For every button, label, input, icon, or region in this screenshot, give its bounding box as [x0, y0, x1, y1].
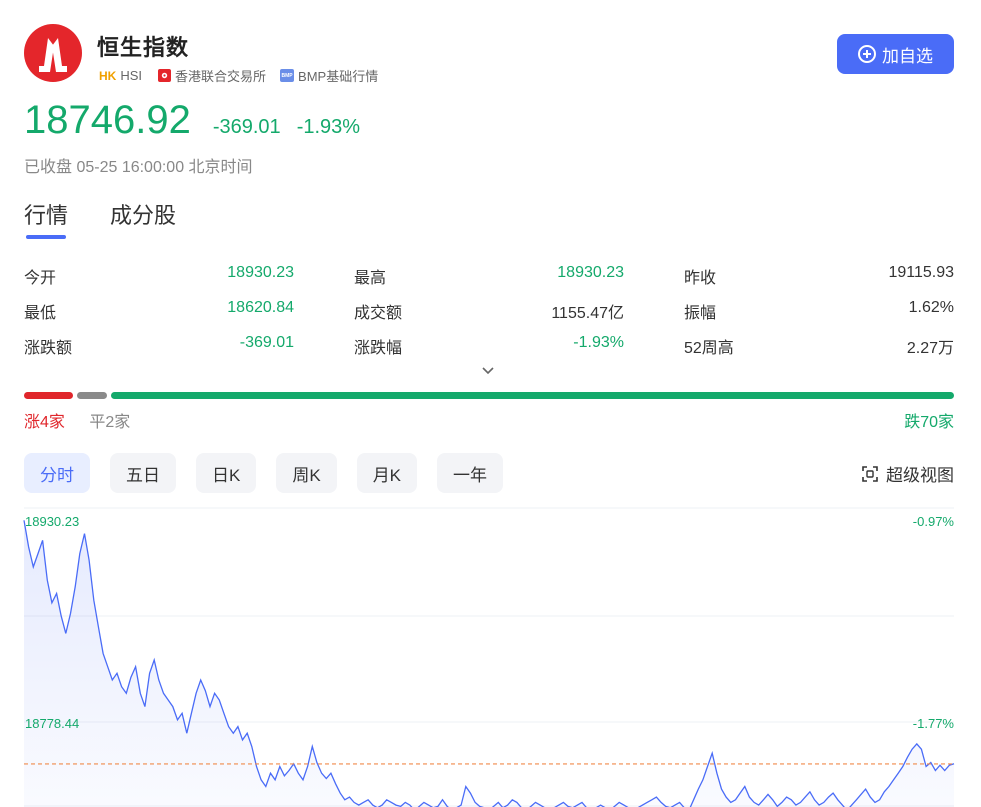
- bmp-icon: BMP: [280, 69, 295, 82]
- intraday-chart[interactable]: 18930.23 18778.44 -0.97% -1.77%: [0, 506, 981, 807]
- breadth-flat-label: 平2家: [89, 414, 131, 431]
- market-status: 已收盘 05-25 16:00:00 北京时间: [24, 159, 253, 176]
- stat-label: 52周高: [684, 339, 734, 357]
- stat-high: 最高 18930.23: [354, 264, 624, 288]
- exchange-name: 香港联合交易所: [175, 69, 267, 84]
- price-change-pct: -1.93%: [296, 116, 361, 138]
- add-watchlist-button[interactable]: 加自选: [837, 34, 954, 74]
- stat-change-pct: 涨跌幅 -1.93%: [354, 334, 624, 358]
- stat-label: 最低: [24, 304, 57, 322]
- stat-open: 今开 18930.23: [24, 264, 294, 288]
- period-5day[interactable]: 五日: [110, 453, 176, 493]
- intraday-chart-svg: [23, 507, 955, 807]
- stat-value: -1.93%: [573, 333, 624, 351]
- breadth-labels: 涨4家 平2家 跌70家: [24, 408, 954, 432]
- quote-row: 18746.92 -369.01 -1.93%: [24, 98, 360, 144]
- period-intraday[interactable]: 分时: [24, 453, 90, 493]
- plus-circle-icon: [858, 45, 876, 63]
- fullscreen-icon: [862, 465, 878, 482]
- stats-row: 涨跌额 -369.01 涨跌幅 -1.93% 52周高 2.27万: [24, 328, 954, 363]
- period-daily-k[interactable]: 日K: [196, 453, 257, 493]
- hang-seng-logo-icon: [24, 24, 82, 82]
- y-left-label-top: 18930.23: [25, 514, 80, 529]
- breadth-flat-segment: [76, 392, 107, 399]
- stat-prev-close: 昨收 19115.93: [684, 264, 954, 288]
- stat-label: 振幅: [684, 304, 717, 322]
- stat-value: 2.27万: [906, 339, 954, 357]
- stat-value: 1.62%: [908, 298, 954, 316]
- stat-amplitude: 振幅 1.62%: [684, 299, 954, 323]
- hkex-flag-icon: [158, 69, 172, 82]
- add-watchlist-label: 加自选: [882, 46, 933, 66]
- tab-quote[interactable]: 行情: [24, 198, 68, 239]
- stats-row: 今开 18930.23 最高 18930.23 昨收 19115.93: [24, 258, 954, 293]
- stat-value: 18930.23: [227, 263, 294, 281]
- breadth-down-label: 跌70家: [904, 414, 954, 431]
- market-breadth-bar: [24, 392, 954, 399]
- stat-label: 最高: [354, 269, 387, 287]
- period-1year[interactable]: 一年: [437, 453, 504, 493]
- stats-row: 最低 18620.84 成交额 1155.47亿 振幅 1.62%: [24, 293, 954, 328]
- period-tabs: 分时 五日 日K 周K 月K 一年: [24, 453, 523, 493]
- stat-label: 涨跌额: [24, 339, 73, 357]
- price-change: -369.01: [212, 116, 281, 138]
- stat-value: 18930.23: [557, 263, 624, 281]
- y-right-label-top: -0.97%: [912, 514, 954, 529]
- period-monthly-k[interactable]: 月K: [356, 453, 418, 493]
- index-name: 恒生指数: [97, 35, 190, 60]
- index-tags: HK HSI 香港联合交易所 BMP BMP基础行情: [99, 66, 378, 85]
- breadth-up-segment: [24, 392, 73, 399]
- stat-value: 1155.47亿: [551, 304, 624, 322]
- stat-label: 今开: [24, 269, 57, 287]
- stat-label: 成交额: [354, 304, 403, 322]
- stat-turnover: 成交额 1155.47亿: [354, 299, 624, 323]
- stat-label: 涨跌幅: [354, 339, 403, 357]
- stat-label: 昨收: [684, 269, 717, 287]
- chevron-down-icon[interactable]: [481, 364, 495, 378]
- stat-value: -369.01: [239, 333, 294, 351]
- stat-52w-high: 52周高 2.27万: [684, 334, 954, 358]
- y-left-label-mid: 18778.44: [25, 716, 80, 731]
- stat-low: 最低 18620.84: [24, 299, 294, 323]
- y-right-label-mid: -1.77%: [912, 716, 954, 731]
- breadth-up-label: 涨4家: [24, 414, 65, 431]
- super-view-label: 超级视图: [886, 466, 954, 485]
- stat-change: 涨跌额 -369.01: [24, 334, 294, 358]
- stat-value: 19115.93: [888, 263, 954, 281]
- index-code: HSI: [120, 68, 143, 83]
- data-source: BMP基础行情: [298, 69, 379, 84]
- stat-value: 18620.84: [227, 298, 294, 316]
- market-tag: HK: [99, 68, 117, 83]
- stats-grid: 今开 18930.23 最高 18930.23 昨收 19115.93 最低 18620…: [24, 258, 954, 363]
- super-view-button[interactable]: 超级视图: [862, 461, 954, 486]
- current-price: 18746.92: [24, 98, 191, 142]
- main-tabs: 行情 成分股: [24, 198, 218, 242]
- breadth-down-segment: [110, 392, 954, 399]
- tab-constituents[interactable]: 成分股: [110, 198, 176, 238]
- header: 恒生指数 HK HSI 香港联合交易所 BMP BMP基础行情 加自选: [24, 24, 954, 84]
- period-weekly-k[interactable]: 周K: [276, 453, 337, 493]
